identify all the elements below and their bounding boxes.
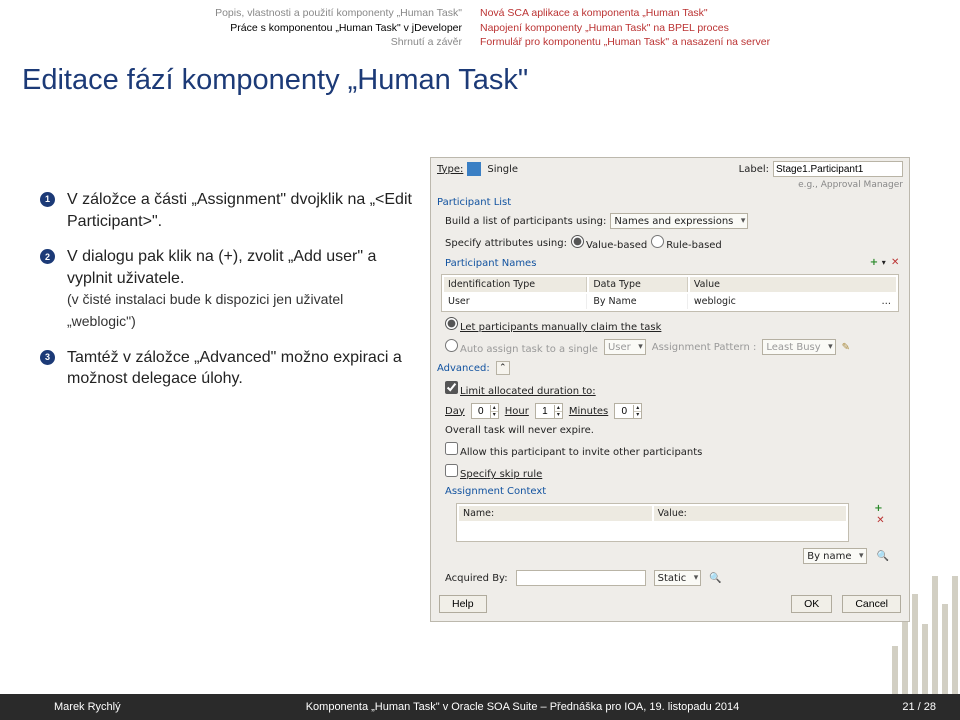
nav-sub-3[interactable]: Formulář pro komponentu „Human Task" a n… (480, 35, 960, 50)
assign-pattern-label: Assignment Pattern : (652, 342, 757, 353)
nav-section-3[interactable]: Shrnutí a závěr (0, 35, 462, 50)
slide-nav-header: Popis, vlastnosti a použití komponenty „… (0, 0, 960, 50)
footer-author: Marek Rychlý (0, 701, 143, 713)
minutes-label: Minutes (569, 406, 608, 417)
value-browse-icon[interactable]: … (882, 296, 893, 307)
nav-sub-2[interactable]: Napojení komponenty „Human Task" na BPEL… (480, 21, 960, 36)
nav-section-2[interactable]: Práce s komponentou „Human Task" v jDeve… (0, 21, 462, 36)
step-1: 1 V záložce a části „Assignment" dvojkli… (40, 189, 414, 232)
col-id-type[interactable]: Identification Type (444, 277, 587, 292)
step-bullet: 3 (40, 350, 55, 365)
specify-skip-checkbox[interactable]: Specify skip rule (445, 464, 542, 480)
search-context-icon[interactable]: 🔍 (877, 551, 889, 562)
acquired-by-label: Acquired By: (445, 573, 508, 584)
ctx-name-col: Name: (459, 506, 652, 521)
cell-value: weblogic… (690, 294, 896, 309)
footer-page: 21 / 28 (902, 701, 960, 713)
assignment-context-heading: Assignment Context (445, 486, 546, 497)
advanced-heading: Advanced: (437, 363, 490, 374)
single-icon (467, 162, 481, 176)
collapse-advanced-icon[interactable]: ⌃ (496, 361, 510, 375)
step-2-text: V dialogu pak klik na (+), zvolit „Add u… (67, 246, 414, 332)
day-stepper[interactable]: ▴▾ (471, 403, 499, 419)
value-based-radio[interactable]: Value-based (571, 235, 647, 251)
minutes-stepper[interactable]: ▴▾ (614, 403, 642, 419)
type-value: Single (487, 164, 518, 175)
help-button[interactable]: Help (439, 595, 487, 613)
rule-based-radio[interactable]: Rule-based (651, 235, 722, 251)
nav-section-1[interactable]: Popis, vlastnosti a použití komponenty „… (0, 6, 462, 21)
table-row[interactable]: User By Name weblogic… (444, 294, 896, 309)
participant-list-heading: Participant List (431, 193, 909, 210)
step-3-text: Tamtéž v záložce „Advanced" možno expira… (67, 347, 414, 390)
nav-subsections: Nová SCA aplikace a komponenta „Human Ta… (480, 6, 960, 50)
edit-participant-dialog: Type: Single Label: e.g., Approval Manag… (430, 157, 910, 622)
type-label: Type: (437, 164, 463, 175)
edit-pattern-icon[interactable]: ✎ (842, 342, 850, 353)
participant-names-heading: Participant Names (445, 258, 536, 269)
manual-claim-radio[interactable]: Let participants manually claim the task (445, 317, 661, 333)
context-mode-combo[interactable]: By name (803, 548, 866, 564)
limit-duration-checkbox[interactable]: Limit allocated duration to: (445, 381, 596, 397)
slide-body: 1 V záložce a části „Assignment" dvojkli… (0, 157, 430, 404)
add-participant-icon[interactable]: + (870, 257, 882, 269)
hour-stepper[interactable]: ▴▾ (535, 403, 563, 419)
specify-attr-label: Specify attributes using: (445, 238, 567, 249)
remove-participant-icon[interactable]: ✕ (891, 257, 903, 269)
acquired-by-field[interactable] (516, 570, 646, 586)
label-label: Label: (739, 164, 769, 175)
allow-invite-checkbox[interactable]: Allow this participant to invite other p… (445, 442, 702, 458)
decorative-stripes (870, 574, 960, 694)
label-field[interactable] (773, 161, 903, 177)
step-bullet: 2 (40, 249, 55, 264)
label-hint: e.g., Approval Manager (798, 180, 903, 190)
step-1-text: V záložce a části „Assignment" dvojklik … (67, 189, 414, 232)
nav-sub-1[interactable]: Nová SCA aplikace a komponenta „Human Ta… (480, 6, 960, 21)
assign-pattern-combo[interactable]: Least Busy (762, 339, 835, 355)
hour-label: Hour (505, 406, 529, 417)
acquired-mode-combo[interactable]: Static (654, 570, 702, 586)
remove-context-icon[interactable]: ✕ (876, 515, 888, 527)
step-2: 2 V dialogu pak klik na (+), zvolit „Add… (40, 246, 414, 332)
add-context-icon[interactable]: + (874, 503, 886, 515)
col-data-type[interactable]: Data Type (589, 277, 688, 292)
auto-assign-radio[interactable]: Auto assign task to a single (445, 339, 598, 355)
ok-button[interactable]: OK (791, 595, 832, 613)
context-table: Name: Value: (456, 503, 849, 542)
build-list-combo[interactable]: Names and expressions (610, 213, 748, 229)
step-bullet: 1 (40, 192, 55, 207)
footer-title: Komponenta „Human Task" v Oracle SOA Sui… (143, 701, 903, 713)
cell-id-type: User (444, 294, 587, 309)
acquired-search-icon[interactable]: 🔍 (709, 573, 721, 584)
col-value[interactable]: Value (690, 277, 896, 292)
never-expire-text: Overall task will never expire. (445, 425, 594, 436)
step-2-main: V dialogu pak klik na (+), zvolit „Add u… (67, 248, 376, 287)
nav-sections: Popis, vlastnosti a použití komponenty „… (0, 6, 480, 50)
slide-title: Editace fází komponenty „Human Task" (0, 50, 960, 97)
step-2-sub: (v čisté instalaci bude k dispozici jen … (67, 291, 343, 329)
cell-data-type: By Name (589, 294, 688, 309)
step-3: 3 Tamtéž v záložce „Advanced" možno expi… (40, 347, 414, 390)
table-row[interactable] (459, 523, 846, 539)
ctx-value-col: Value: (654, 506, 847, 521)
slide-footer: Marek Rychlý Komponenta „Human Task" v O… (0, 694, 960, 720)
auto-assign-combo[interactable]: User (604, 339, 646, 355)
day-label: Day (445, 406, 465, 417)
build-list-label: Build a list of participants using: (445, 216, 606, 227)
participants-table: Identification Type Data Type Value User… (441, 274, 899, 312)
